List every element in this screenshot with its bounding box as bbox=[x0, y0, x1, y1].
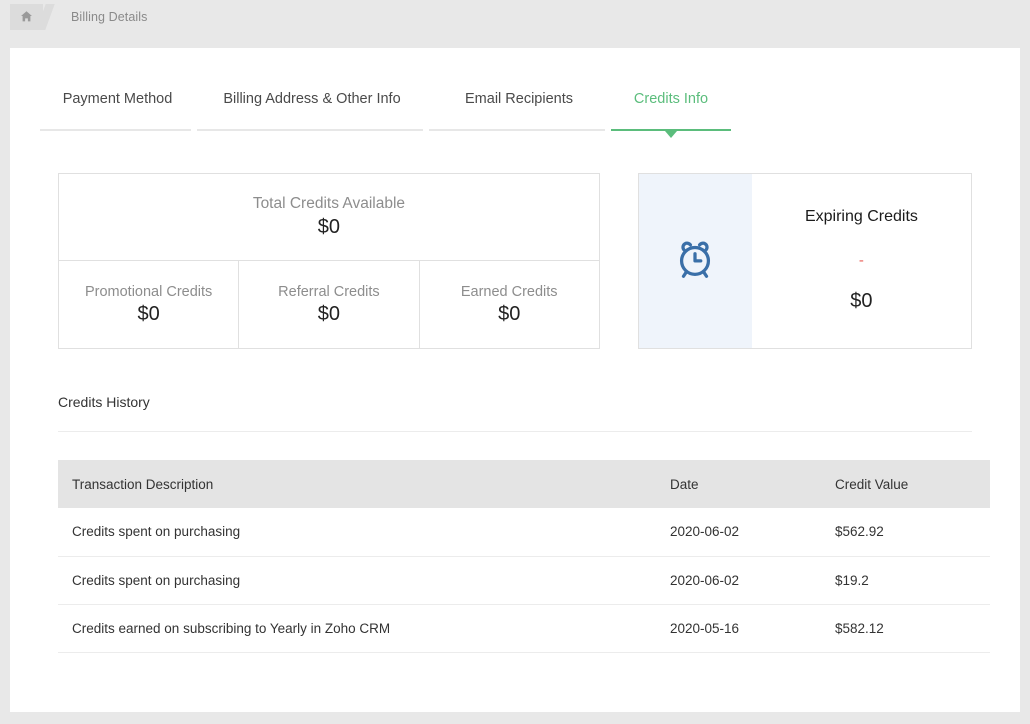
tab-payment-method[interactable]: Payment Method bbox=[40, 75, 195, 131]
credits-history-table: Transaction Description Date Credit Valu… bbox=[58, 460, 990, 653]
tab-label: Email Recipients bbox=[431, 91, 607, 107]
promotional-credits-label: Promotional Credits bbox=[85, 284, 212, 300]
promotional-credits-value: $0 bbox=[138, 303, 160, 326]
tab-label: Billing Address & Other Info bbox=[199, 91, 425, 107]
home-button[interactable] bbox=[10, 4, 43, 30]
expiring-credits-card: Expiring Credits - $0 bbox=[638, 173, 972, 349]
breadcrumb-title: Billing Details bbox=[71, 10, 148, 24]
earned-credits-label: Earned Credits bbox=[461, 284, 558, 300]
promotional-credits-cell: Promotional Credits $0 bbox=[59, 261, 239, 348]
tab-bar: Payment Method Billing Address & Other I… bbox=[10, 75, 1020, 131]
section-divider bbox=[58, 431, 972, 432]
table-row: Credits spent on purchasing 2020-06-02 $… bbox=[58, 508, 990, 556]
alarm-clock-icon bbox=[672, 236, 718, 287]
column-header-date: Date bbox=[656, 460, 821, 508]
expiring-credits-body: Expiring Credits - $0 bbox=[752, 174, 971, 348]
breadcrumb-separator bbox=[43, 4, 57, 30]
table-row: Credits spent on purchasing 2020-06-02 $… bbox=[58, 556, 990, 604]
column-header-description: Transaction Description bbox=[58, 460, 656, 508]
home-icon bbox=[20, 10, 33, 23]
referral-credits-value: $0 bbox=[318, 303, 340, 326]
earned-credits-value: $0 bbox=[498, 303, 520, 326]
breadcrumb: Billing Details bbox=[0, 0, 1030, 33]
total-credits-section: Total Credits Available $0 bbox=[59, 174, 599, 261]
column-header-credit-value: Credit Value bbox=[821, 460, 990, 508]
cell-credit-value: $562.92 bbox=[821, 508, 990, 556]
credits-summary-row: Total Credits Available $0 Promotional C… bbox=[10, 173, 1020, 349]
expiring-credits-title: Expiring Credits bbox=[805, 208, 918, 226]
content-panel: Payment Method Billing Address & Other I… bbox=[10, 48, 1020, 712]
expiring-credits-dash: - bbox=[859, 258, 864, 264]
cell-date: 2020-06-02 bbox=[656, 556, 821, 604]
tab-label: Credits Info bbox=[613, 91, 729, 107]
referral-credits-label: Referral Credits bbox=[278, 284, 380, 300]
table-row: Credits earned on subscribing to Yearly … bbox=[58, 604, 990, 652]
tab-label: Payment Method bbox=[42, 91, 193, 107]
cell-description: Credits spent on purchasing bbox=[58, 508, 656, 556]
total-credits-value: $0 bbox=[318, 216, 340, 239]
active-tab-arrow-icon bbox=[665, 131, 677, 138]
cell-date: 2020-05-16 bbox=[656, 604, 821, 652]
credits-breakdown: Promotional Credits $0 Referral Credits … bbox=[59, 261, 599, 348]
expiring-icon-pane bbox=[639, 174, 752, 348]
cell-date: 2020-06-02 bbox=[656, 508, 821, 556]
tab-credits-info[interactable]: Credits Info bbox=[611, 75, 731, 131]
tab-billing-address[interactable]: Billing Address & Other Info bbox=[197, 75, 427, 131]
cell-credit-value: $19.2 bbox=[821, 556, 990, 604]
total-credits-label: Total Credits Available bbox=[253, 195, 405, 213]
credits-available-card: Total Credits Available $0 Promotional C… bbox=[58, 173, 600, 349]
credits-history-title: Credits History bbox=[58, 394, 1020, 410]
expiring-credits-value: $0 bbox=[850, 290, 872, 313]
cell-credit-value: $582.12 bbox=[821, 604, 990, 652]
tab-email-recipients[interactable]: Email Recipients bbox=[429, 75, 609, 131]
earned-credits-cell: Earned Credits $0 bbox=[420, 261, 599, 348]
cell-description: Credits earned on subscribing to Yearly … bbox=[58, 604, 656, 652]
referral-credits-cell: Referral Credits $0 bbox=[239, 261, 419, 348]
cell-description: Credits spent on purchasing bbox=[58, 556, 656, 604]
table-header-row: Transaction Description Date Credit Valu… bbox=[58, 460, 990, 508]
